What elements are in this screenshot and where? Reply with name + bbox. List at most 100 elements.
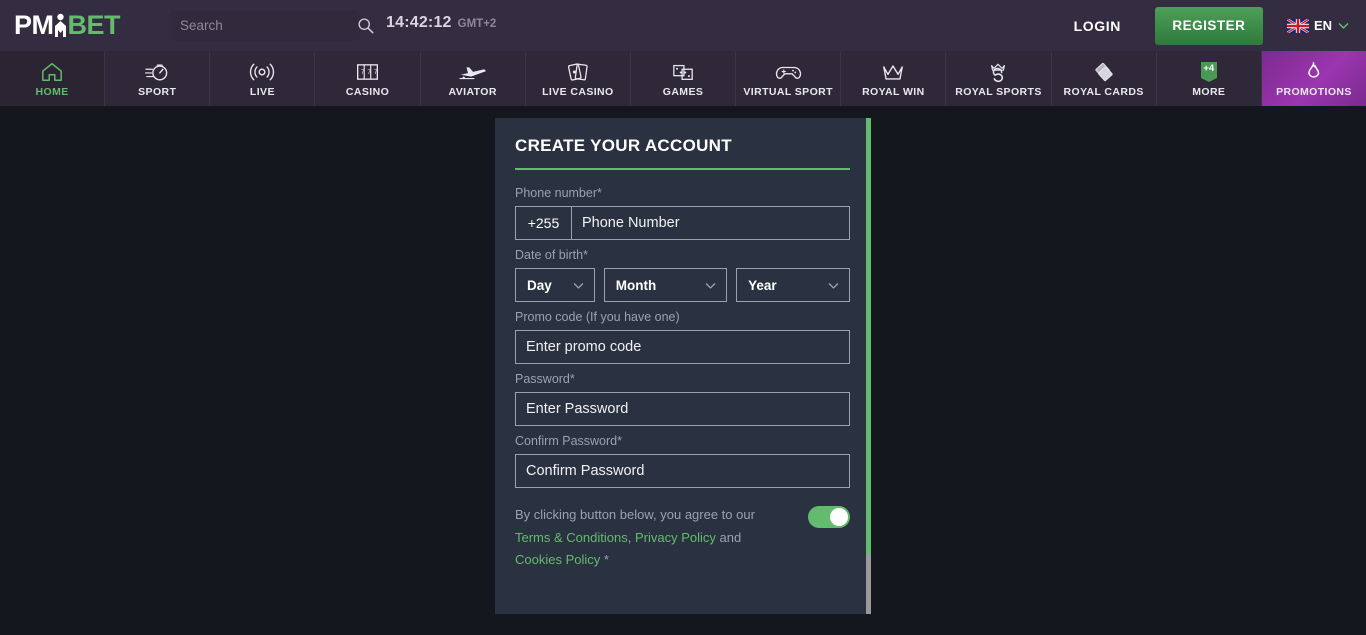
main-navigation: HOME SPORT LIVE 7 7 7 CASINO AVIATOR LIV… xyxy=(0,51,1366,106)
site-header: PM BET 14:42:12 GMT+2 LOGIN REGISTER xyxy=(0,0,1366,51)
nav-item-casino[interactable]: 7 7 7 CASINO xyxy=(315,51,421,106)
svg-text:7: 7 xyxy=(374,69,378,76)
country-code[interactable]: +255 xyxy=(516,207,572,239)
slot-machine-icon: 7 7 7 xyxy=(355,61,380,83)
terms-separator: , xyxy=(627,529,632,545)
nav-item-royal-win[interactable]: ROYAL WIN xyxy=(841,51,947,106)
terms-text-line-1: By clicking button below, you agree to o… xyxy=(515,507,755,522)
nav-label: LIVE xyxy=(249,86,275,98)
gamepad-icon xyxy=(775,61,802,83)
uk-flag-icon xyxy=(1286,17,1310,34)
nav-label: ROYAL CARDS xyxy=(1063,86,1144,98)
phone-label: Phone number* xyxy=(515,186,602,200)
nav-label: PROMOTIONS xyxy=(1276,86,1352,98)
logo-text: PM BET xyxy=(14,12,120,39)
terms-and-word: and xyxy=(719,529,742,545)
password-input[interactable] xyxy=(515,392,850,426)
required-asterisk: * xyxy=(603,552,609,567)
nav-item-home[interactable]: HOME xyxy=(0,51,106,106)
register-button[interactable]: REGISTER xyxy=(1154,6,1263,45)
terms-agreement: By clicking button below, you agree to o… xyxy=(515,504,850,572)
clock-timezone: GMT+2 xyxy=(457,18,497,30)
cookies-policy-link[interactable]: Cookies Policy xyxy=(515,552,600,567)
nav-item-games[interactable]: GAMES xyxy=(631,51,737,106)
more-badge-count: +4 xyxy=(1203,63,1215,74)
title-divider xyxy=(515,168,850,170)
pennant-badge-icon: +4 xyxy=(1196,61,1222,83)
home-icon xyxy=(40,61,64,83)
terms-text-line-3: Cookies Policy * xyxy=(515,549,790,572)
language-code: EN xyxy=(1313,18,1332,33)
nav-item-live-casino[interactable]: LIVE CASINO xyxy=(526,51,631,106)
password-label: Password* xyxy=(515,372,575,386)
phone-input[interactable] xyxy=(572,207,849,239)
dob-year-value: Year xyxy=(748,277,777,293)
stacked-cards-icon xyxy=(1092,61,1116,83)
search-icon[interactable] xyxy=(357,17,374,34)
nav-item-aviator[interactable]: AVIATOR xyxy=(421,51,526,106)
create-account-modal: CREATE YOUR ACCOUNT Phone number* +255 D… xyxy=(495,118,870,614)
nav-item-royal-cards[interactable]: ROYAL CARDS xyxy=(1052,51,1157,106)
crown-icon xyxy=(881,61,905,83)
nav-label: SPORT xyxy=(138,86,177,98)
dob-day-value: Day xyxy=(527,277,552,293)
svg-text:7: 7 xyxy=(361,69,365,76)
login-button[interactable]: LOGIN xyxy=(1062,10,1133,42)
dob-label: Date of birth* xyxy=(515,248,588,262)
chevron-down-icon xyxy=(704,279,717,292)
toggle-knob xyxy=(830,508,848,526)
clock-time: 14:42:12 xyxy=(386,14,452,31)
nav-item-live[interactable]: LIVE xyxy=(210,51,316,106)
chevron-down-icon xyxy=(572,279,585,292)
nav-item-royal-sports[interactable]: ROYAL SPORTS xyxy=(946,51,1052,106)
language-selector[interactable]: EN xyxy=(1286,17,1350,34)
logo-text-pm: PM xyxy=(14,10,54,40)
nav-item-sport[interactable]: SPORT xyxy=(105,51,211,106)
page-title: CREATE YOUR ACCOUNT xyxy=(515,136,732,155)
header-actions: LOGIN REGISTER EN xyxy=(1062,0,1366,51)
terms-conditions-link[interactable]: Terms & Conditions xyxy=(515,530,628,545)
nav-label: GAMES xyxy=(662,86,704,98)
dob-year-select[interactable]: Year xyxy=(736,268,850,302)
nav-label: AVIATOR xyxy=(448,86,497,98)
site-logo[interactable]: PM BET xyxy=(14,9,120,43)
svg-text:7: 7 xyxy=(367,69,371,76)
nav-label: ROYAL SPORTS xyxy=(955,86,1042,98)
dob-month-value: Month xyxy=(615,277,657,293)
confirm-password-input[interactable] xyxy=(515,454,850,488)
terms-agree-toggle[interactable] xyxy=(808,506,850,528)
nav-label: MORE xyxy=(1192,86,1226,98)
chevron-down-icon[interactable] xyxy=(1337,19,1350,32)
nav-label: CASINO xyxy=(345,86,390,98)
person-figure-icon xyxy=(53,13,68,39)
nav-item-virtual-sport[interactable]: VIRTUAL SPORT xyxy=(736,51,842,106)
terms-text-line-2: Terms & Conditions, Privacy Policy and xyxy=(515,527,790,550)
airplane-icon xyxy=(459,61,487,83)
search-box[interactable] xyxy=(170,10,374,41)
stopwatch-icon xyxy=(145,61,169,83)
nav-label: LIVE CASINO xyxy=(542,86,614,98)
nav-label: VIRTUAL SPORT xyxy=(743,86,833,98)
flame-icon xyxy=(1303,61,1324,83)
dice-icon xyxy=(671,61,695,83)
modal-scrollbar-thumb[interactable] xyxy=(866,118,871,554)
dob-selects: Day Month Year xyxy=(515,268,850,302)
nav-item-more[interactable]: +4 MORE xyxy=(1157,51,1262,106)
confirm-password-label: Confirm Password* xyxy=(515,434,622,448)
crowned-s-icon xyxy=(988,61,1008,83)
nav-label: ROYAL WIN xyxy=(862,86,925,98)
privacy-policy-link[interactable]: Privacy Policy xyxy=(635,530,716,545)
broadcast-icon xyxy=(249,61,275,83)
search-input[interactable] xyxy=(180,18,357,33)
clock: 14:42:12 GMT+2 xyxy=(386,14,496,32)
dob-day-select[interactable]: Day xyxy=(515,268,595,302)
playing-cards-icon xyxy=(566,61,590,83)
promo-code-input[interactable] xyxy=(515,330,850,364)
phone-field-group[interactable]: +255 xyxy=(515,206,850,240)
promo-label: Promo code (If you have one) xyxy=(515,310,680,324)
nav-label: HOME xyxy=(35,86,69,98)
nav-item-promotions[interactable]: PROMOTIONS xyxy=(1261,51,1366,106)
dob-month-select[interactable]: Month xyxy=(603,268,728,302)
chevron-down-icon xyxy=(827,279,840,292)
logo-text-bet: BET xyxy=(67,10,121,40)
